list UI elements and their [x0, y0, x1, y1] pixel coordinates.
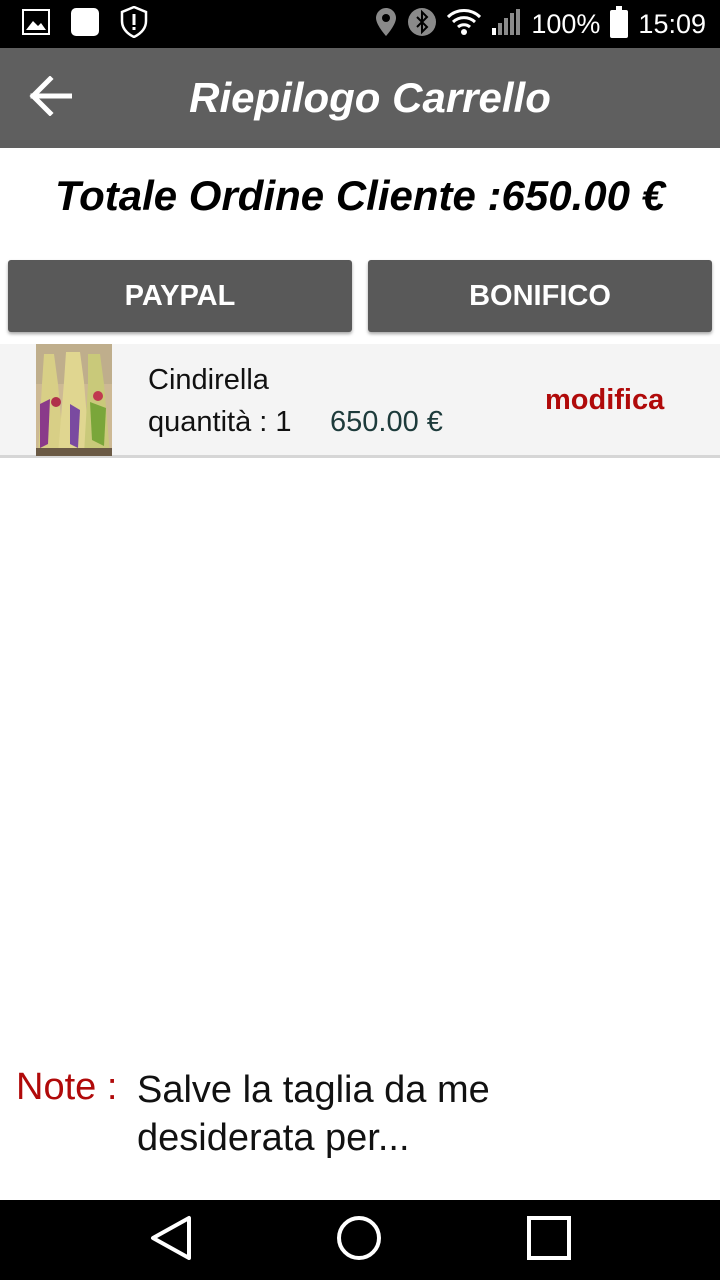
nav-recents-button[interactable]	[514, 1212, 584, 1268]
product-thumbnail	[36, 344, 112, 456]
signal-icon	[491, 8, 521, 41]
item-quantity: quantità : 1	[148, 406, 292, 438]
back-triangle-icon	[149, 1214, 193, 1267]
shield-alert-icon	[120, 5, 148, 43]
recents-square-icon	[526, 1215, 572, 1266]
battery-percent: 100%	[531, 8, 601, 39]
order-total: Totale Ordine Cliente :650.00 €	[55, 172, 665, 219]
cart-item[interactable]: Cindirella quantità : 1 650.00 € modific…	[0, 344, 720, 458]
clock: 15:09	[638, 8, 706, 39]
page-title: Riepilogo Carrello	[189, 74, 551, 121]
bonifico-button[interactable]: BONIFICO	[368, 260, 712, 332]
wifi-icon	[447, 8, 482, 41]
status-bar-right: 100% 15:09	[375, 6, 706, 42]
item-price: 650.00 €	[330, 406, 443, 438]
nav-back-button[interactable]	[136, 1212, 206, 1268]
paypal-button[interactable]: PAYPAL	[8, 260, 352, 332]
system-nav-bar	[0, 1200, 720, 1280]
note-text[interactable]: Salve la taglia da me desiderata per...	[137, 1066, 657, 1162]
edit-item-link[interactable]: modifica	[545, 384, 664, 417]
status-bar: 100% 15:09	[0, 0, 720, 48]
item-name: Cindirella	[148, 364, 269, 396]
location-icon	[375, 7, 397, 42]
square-app-icon	[70, 7, 100, 42]
nav-home-button[interactable]	[324, 1212, 394, 1268]
bluetooth-icon	[407, 7, 437, 42]
note-label: Note :	[16, 1066, 118, 1108]
battery-icon	[610, 6, 629, 38]
home-circle-icon	[335, 1214, 383, 1267]
image-icon	[22, 8, 50, 40]
status-bar-left	[22, 5, 148, 43]
app-bar: Riepilogo Carrello	[0, 48, 720, 148]
